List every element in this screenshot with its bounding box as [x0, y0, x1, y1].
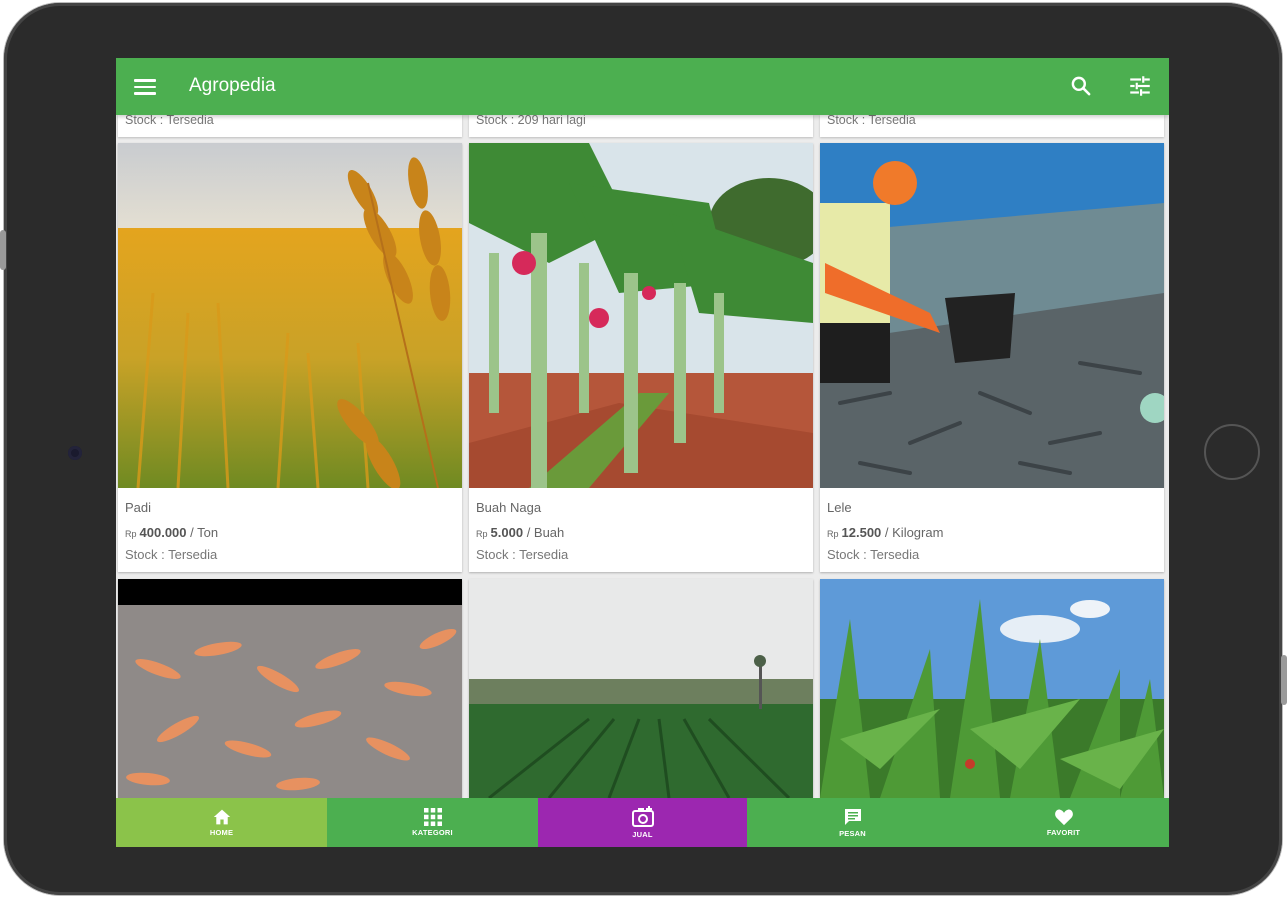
front-camera	[68, 446, 82, 460]
product-image-catfish-pond	[820, 143, 1164, 488]
product-name: Padi	[125, 500, 152, 515]
nav-label: FAVORIT	[1046, 828, 1081, 837]
nav-home[interactable]: HOME	[116, 798, 327, 847]
side-button-left	[0, 230, 6, 270]
product-card[interactable]	[118, 579, 462, 798]
product-price: Rp 12.500 / Kilogram	[827, 525, 944, 540]
nav-label: PESAN	[839, 829, 866, 838]
bottom-navigation: HOME KATEGORI JUAL PESAN FAVORIT	[116, 798, 1169, 847]
stock-text: Stock : 209 hari lagi	[476, 115, 586, 127]
product-card[interactable]	[469, 579, 813, 798]
product-card[interactable]	[820, 579, 1164, 798]
home-hardware-button[interactable]	[1204, 424, 1260, 480]
nav-pesan[interactable]: PESAN	[747, 798, 958, 847]
app-bar: Agropedia	[116, 58, 1169, 115]
nav-label: HOME	[209, 828, 234, 837]
nav-kategori[interactable]: KATEGORI	[327, 798, 538, 847]
menu-icon[interactable]	[134, 76, 156, 96]
camera-plus-icon	[631, 806, 654, 827]
product-name: Buah Naga	[476, 500, 542, 515]
nav-favorit[interactable]: FAVORIT	[958, 798, 1169, 847]
app-screen: Agropedia Stock : Tersedia Stock : 209 h…	[116, 58, 1169, 847]
product-image-corn-field	[820, 579, 1164, 798]
product-image-dragon-fruit-farm	[469, 143, 813, 488]
product-stock: Stock : Tersedia	[476, 547, 569, 562]
grid-icon	[423, 808, 442, 826]
partial-card-bottom[interactable]: Stock : Tersedia	[820, 115, 1164, 137]
partial-card-bottom[interactable]: Stock : 209 hari lagi	[469, 115, 813, 137]
search-icon[interactable]	[1068, 73, 1094, 99]
product-name: Lele	[827, 500, 852, 515]
message-icon	[844, 809, 861, 825]
product-image-cabbage-field	[469, 579, 813, 798]
nav-label: KATEGORI	[412, 828, 453, 837]
partial-card-bottom[interactable]: Stock : Tersedia	[118, 115, 462, 137]
product-card[interactable]: Padi Rp 400.000 / Ton Stock : Tersedia	[118, 143, 462, 572]
nav-label: JUAL	[632, 830, 653, 839]
product-stock: Stock : Tersedia	[827, 547, 920, 562]
heart-icon	[1054, 809, 1073, 826]
product-grid: Stock : Tersedia Stock : 209 hari lagi S…	[116, 115, 1169, 798]
product-stock: Stock : Tersedia	[125, 547, 218, 562]
product-card[interactable]: Buah Naga Rp 5.000 / Buah Stock : Tersedi…	[469, 143, 813, 572]
product-card[interactable]: Lele Rp 12.500 / Kilogram Stock : Tersedi…	[820, 143, 1164, 572]
product-price: Rp 5.000 / Buah	[476, 525, 565, 540]
product-price: Rp 400.000 / Ton	[125, 525, 219, 540]
home-icon	[213, 809, 230, 825]
stock-text: Stock : Tersedia	[827, 115, 916, 127]
nav-jual[interactable]: JUAL	[538, 798, 747, 847]
side-button-right	[1281, 655, 1287, 705]
tune-icon[interactable]	[1127, 73, 1153, 99]
product-image-shrimp-pond	[118, 579, 462, 798]
stock-text: Stock : Tersedia	[125, 115, 214, 127]
product-image-rice-field	[118, 143, 462, 488]
app-title: Agropedia	[189, 75, 276, 96]
